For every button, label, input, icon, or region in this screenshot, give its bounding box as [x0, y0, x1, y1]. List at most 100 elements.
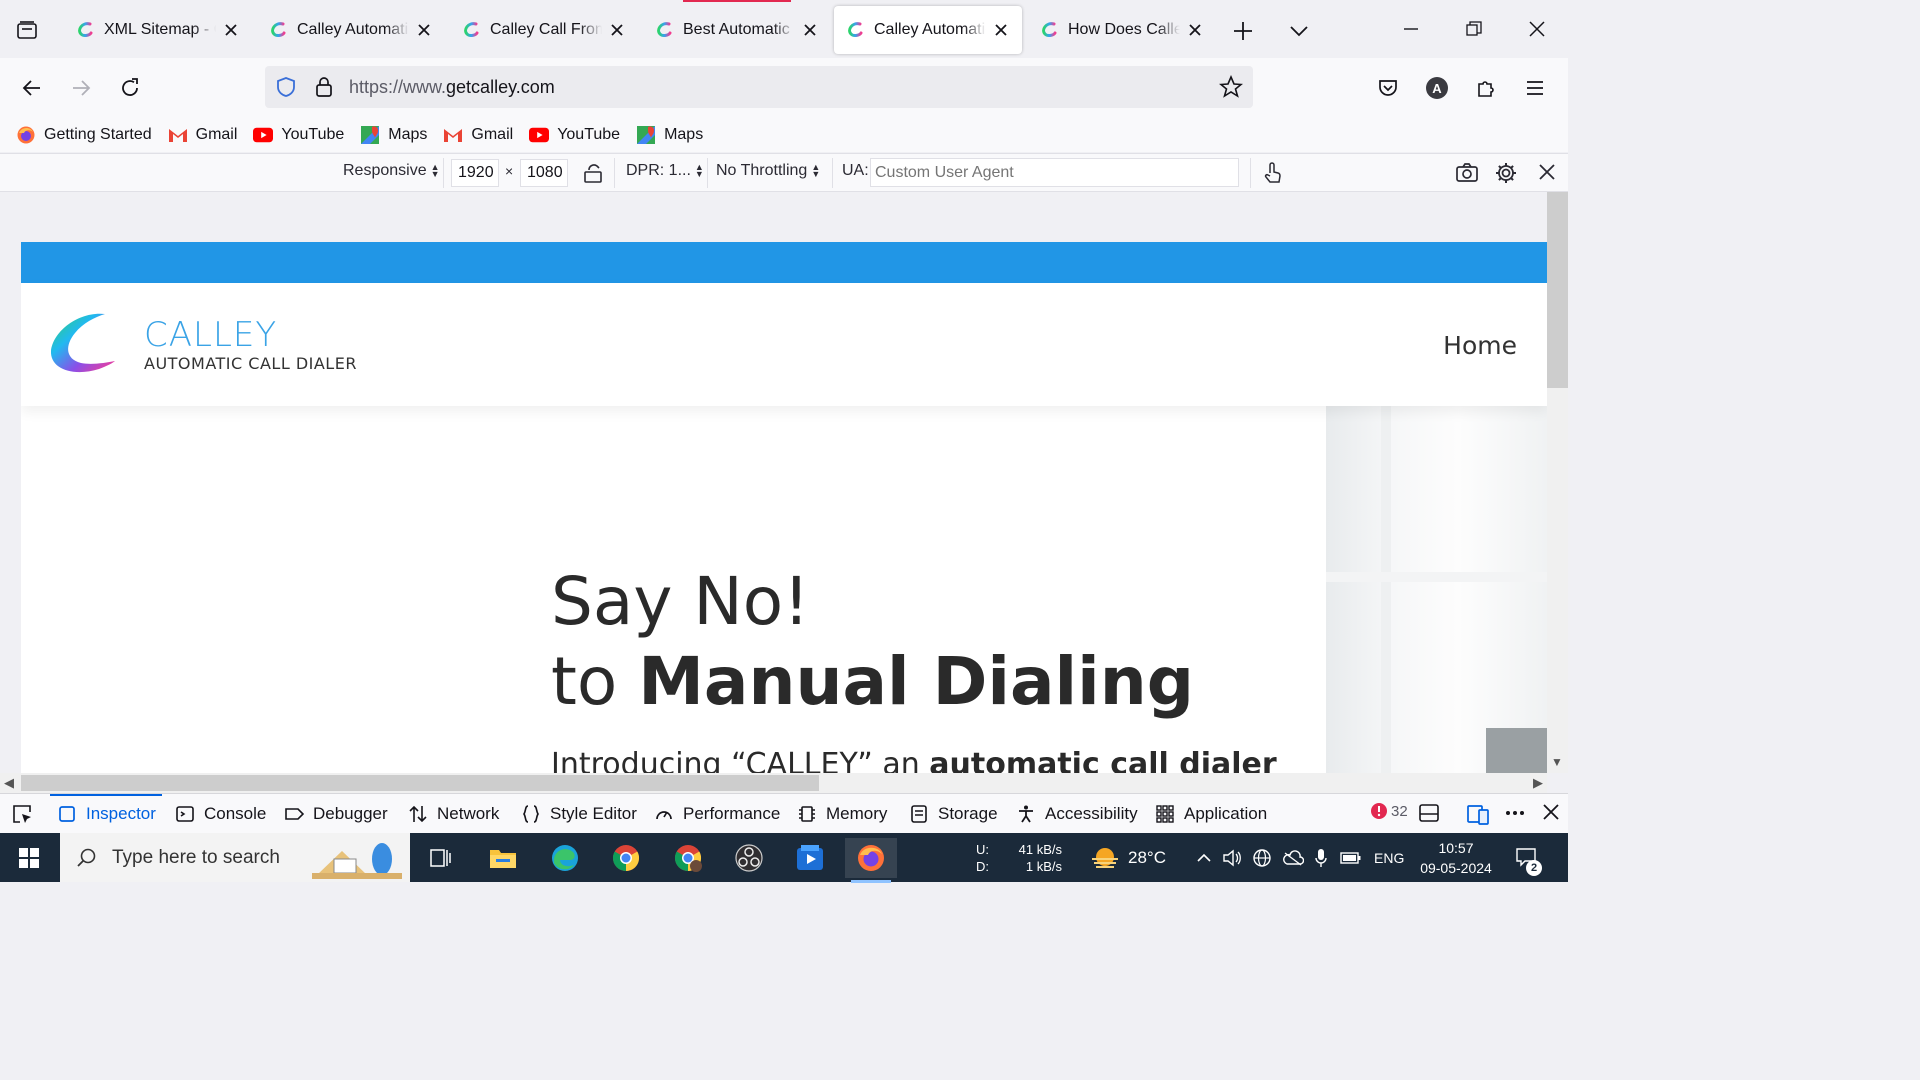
battery-button[interactable] — [1340, 833, 1362, 882]
bookmark-youtube-2[interactable]: YouTube — [529, 125, 620, 145]
firefox-button[interactable] — [845, 838, 897, 883]
nav-home-link[interactable]: Home — [1443, 331, 1517, 360]
minimize-button[interactable] — [1396, 14, 1426, 44]
show-hidden-icons-button[interactable] — [1196, 833, 1212, 882]
tab-debugger[interactable]: Debugger — [283, 794, 388, 834]
bookmark-getting-started[interactable]: Getting Started — [16, 125, 152, 145]
bookmark-maps-2[interactable]: Maps — [636, 125, 703, 145]
close-icon[interactable] — [1186, 21, 1204, 39]
chrome-profile-button[interactable] — [662, 838, 714, 878]
close-icon[interactable] — [992, 21, 1010, 39]
rotate-viewport-button[interactable] — [582, 161, 604, 185]
forward-button[interactable] — [67, 74, 95, 102]
split-console-button[interactable] — [1418, 802, 1440, 824]
microphone-button[interactable] — [1314, 833, 1328, 882]
volume-button[interactable] — [1222, 833, 1242, 882]
file-explorer-button[interactable] — [477, 838, 529, 878]
bookmark-star-icon[interactable] — [1219, 75, 1243, 99]
net-up-speed: 41 kB/s — [1018, 841, 1062, 857]
error-count-badge[interactable]: 32 — [1370, 802, 1408, 820]
close-icon[interactable] — [801, 21, 819, 39]
rdm-settings-button[interactable] — [1494, 161, 1518, 185]
lock-icon[interactable] — [313, 75, 335, 99]
obs-button[interactable] — [723, 838, 775, 878]
tab-inspector[interactable]: Inspector — [50, 794, 162, 834]
touch-simulation-button[interactable] — [1262, 161, 1284, 185]
chrome-button[interactable] — [600, 838, 652, 878]
close-icon[interactable] — [608, 21, 626, 39]
extensions-button[interactable] — [1472, 74, 1500, 102]
back-button[interactable] — [18, 74, 46, 102]
dpr-selector[interactable]: DPR: 1... ▲ ▼ — [626, 162, 704, 180]
firefox-view-button[interactable] — [12, 16, 42, 44]
language-indicator[interactable]: ENG — [1374, 833, 1404, 882]
bookmark-gmail-2[interactable]: Gmail — [443, 125, 513, 145]
tab-network[interactable]: Network — [407, 794, 499, 834]
devtools-more-button[interactable] — [1504, 802, 1526, 824]
tab-performance[interactable]: Performance — [653, 794, 780, 834]
tab-storage[interactable]: Storage — [908, 794, 998, 834]
address-bar[interactable]: https://www.getcalley.com — [265, 66, 1253, 108]
viewport-height-input[interactable]: 1080 — [520, 159, 568, 187]
horizontal-scrollbar-thumb[interactable] — [21, 775, 819, 791]
pocket-button[interactable] — [1374, 74, 1402, 102]
throttling-selector[interactable]: No Throttling ▲ ▼ — [716, 162, 820, 180]
tab-how-does-calley[interactable]: How Does Calley — [1028, 6, 1216, 54]
element-picker-button[interactable] — [10, 794, 34, 834]
performance-icon — [653, 803, 675, 825]
hamburger-menu-icon — [1527, 81, 1543, 95]
onedrive-button[interactable] — [1282, 833, 1304, 882]
scroll-right-arrow-icon[interactable]: ▶ — [1533, 775, 1543, 791]
tab-application[interactable]: Application — [1154, 794, 1267, 834]
tab-best-automatic[interactable]: Best Automatic C — [643, 0, 831, 54]
user-agent-input[interactable] — [870, 158, 1239, 187]
menu-button[interactable] — [1521, 74, 1549, 102]
scroll-left-arrow-icon[interactable]: ◀ — [4, 775, 14, 791]
tracking-shield-icon[interactable] — [275, 76, 297, 98]
application-icon — [1154, 803, 1176, 825]
close-rdm-button[interactable] — [1537, 162, 1557, 182]
notifications-button[interactable]: 2 — [1515, 833, 1542, 882]
close-icon[interactable] — [415, 21, 433, 39]
tab-style-editor[interactable]: Style Editor — [520, 794, 637, 834]
clock[interactable]: 10:57 09-05-2024 — [1420, 833, 1492, 882]
bookmark-youtube[interactable]: YouTube — [253, 125, 344, 145]
edge-button[interactable] — [539, 838, 591, 878]
tab-calley-call-from[interactable]: Calley Call From — [450, 6, 638, 54]
reload-button[interactable] — [116, 74, 144, 102]
close-icon[interactable] — [222, 21, 240, 39]
tab-memory[interactable]: Memory — [796, 794, 887, 834]
brand-name[interactable]: CALLEY — [144, 315, 277, 355]
device-selector[interactable]: Responsive ▲ ▼ — [343, 162, 440, 180]
responsive-mode-button[interactable] — [1466, 802, 1490, 826]
network-globe-button[interactable] — [1252, 833, 1272, 882]
tab-calley-automatic-active[interactable]: Calley Automatic — [834, 6, 1022, 54]
bookmark-maps[interactable]: Maps — [360, 125, 427, 145]
tab-calley-automatic-1[interactable]: Calley Automatic — [257, 6, 445, 54]
close-devtools-button[interactable] — [1541, 802, 1561, 822]
account-button[interactable]: A — [1423, 74, 1451, 102]
new-tab-plus-icon[interactable] — [1230, 18, 1256, 44]
weather-widget[interactable]: 28°C — [1090, 833, 1166, 882]
close-icon — [1543, 804, 1559, 820]
accessibility-icon — [1015, 803, 1037, 825]
calley-logo-icon[interactable] — [47, 311, 119, 379]
task-view-button[interactable] — [415, 838, 467, 878]
bookmark-gmail[interactable]: Gmail — [168, 125, 237, 145]
start-button[interactable] — [0, 833, 58, 882]
tab-console[interactable]: Console — [174, 794, 266, 834]
close-window-button[interactable] — [1522, 14, 1552, 44]
media-player-button[interactable] — [784, 838, 836, 878]
taskbar-search-box[interactable]: Type here to search — [60, 833, 410, 882]
vertical-scrollbar-thumb[interactable] — [1547, 192, 1568, 388]
scroll-down-arrow-icon[interactable]: ▼ — [1551, 755, 1563, 769]
tab-accessibility[interactable]: Accessibility — [1015, 794, 1138, 834]
vertical-scrollbar[interactable]: ▼ — [1547, 192, 1568, 773]
chevron-down-icon[interactable] — [1286, 18, 1312, 44]
url-text[interactable]: https://www.getcalley.com — [349, 77, 555, 98]
tab-xml-sitemap[interactable]: XML Sitemap - C — [64, 6, 252, 54]
restore-button[interactable] — [1459, 14, 1489, 44]
screenshot-button[interactable] — [1455, 161, 1479, 185]
horizontal-scrollbar[interactable]: ◀ ▶ — [0, 773, 1547, 793]
viewport-width-input[interactable]: 1920 — [451, 159, 499, 187]
